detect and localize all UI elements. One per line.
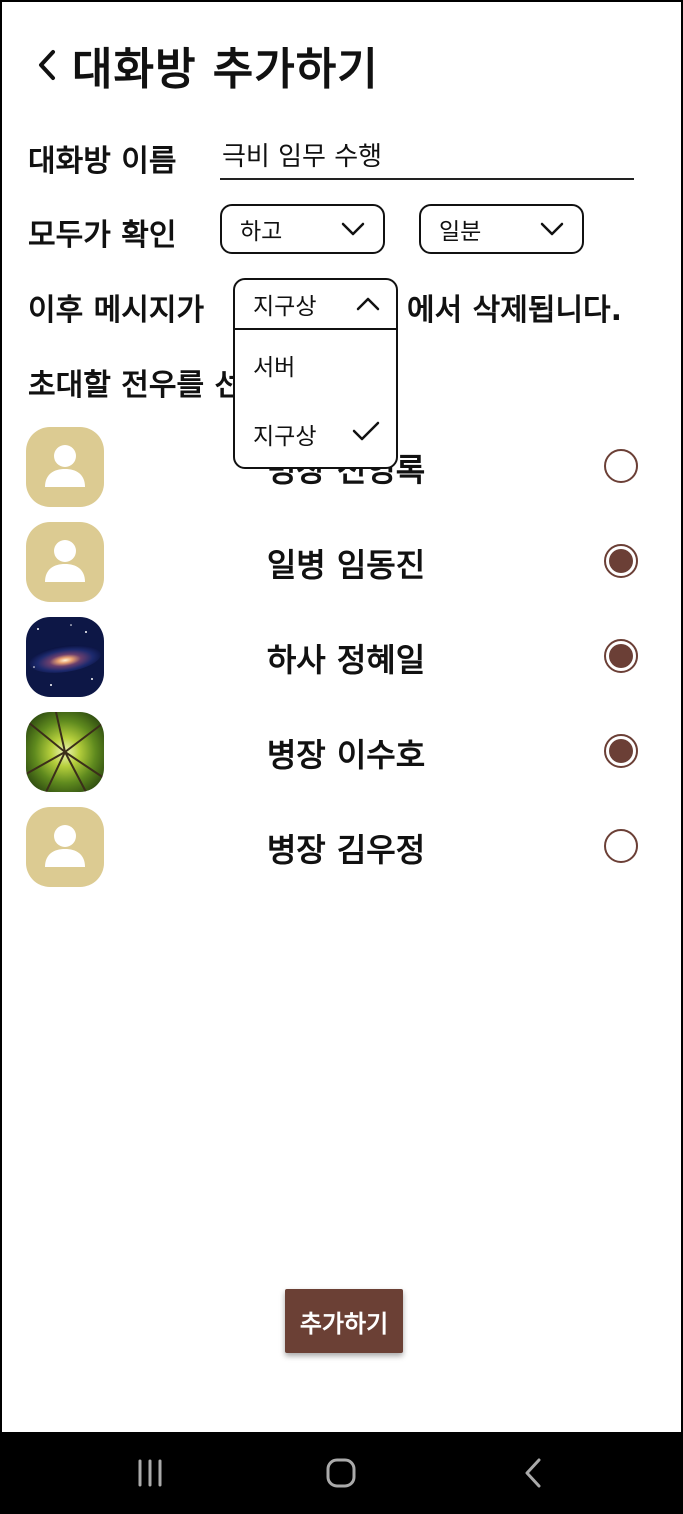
dropdown-option-label: 서버 <box>253 354 296 381</box>
chevron-down-icon <box>540 222 564 236</box>
member-select-radio[interactable] <box>604 544 638 578</box>
radio-dot <box>609 644 633 668</box>
forest-photo <box>26 712 104 792</box>
member-select-radio[interactable] <box>604 734 638 768</box>
system-navbar <box>0 1432 683 1514</box>
confirm-label: 모두가 확인 <box>28 218 177 253</box>
chevron-up-icon <box>356 291 380 317</box>
member-name: 일병 임동진 <box>266 546 426 584</box>
default-person-icon <box>26 427 104 507</box>
app-screen: 대화방 추가하기 대화방 이름 모두가 확인 하고 일분 이후 메시지가 에서 … <box>0 0 683 1432</box>
add-room-button[interactable]: 추가하기 <box>285 1289 403 1353</box>
galaxy-photo <box>26 617 104 697</box>
dropdown-selected-value: 지구상 <box>253 294 317 320</box>
default-person-icon <box>26 522 104 602</box>
back-icon[interactable] <box>503 1452 563 1494</box>
member-row[interactable]: 일병 임동진 <box>26 522 646 602</box>
delete-prefix-text: 이후 메시지가 <box>28 293 205 328</box>
check-icon <box>352 420 380 448</box>
member-select-radio[interactable] <box>604 829 638 863</box>
recent-apps-icon[interactable] <box>120 1452 180 1494</box>
member-name: 하사 정혜일 <box>266 641 426 679</box>
header: 대화방 추가하기 <box>32 32 379 98</box>
member-name: 병장 이수호 <box>266 736 426 774</box>
confirm-action-select[interactable]: 하고 <box>220 204 385 254</box>
room-name-input[interactable] <box>220 130 634 180</box>
member-select-radio[interactable] <box>604 449 638 483</box>
radio-dot <box>609 549 633 573</box>
member-row[interactable]: 하사 정혜일 <box>26 617 646 697</box>
page-title: 대화방 추가하기 <box>72 44 379 95</box>
delete-location-dropdown[interactable]: 지구상 서버 지구상 <box>233 278 398 469</box>
dropdown-option-label: 지구상 <box>253 423 317 450</box>
time-unit-value: 일분 <box>439 219 482 245</box>
default-person-icon <box>26 807 104 887</box>
dropdown-selected[interactable]: 지구상 <box>235 280 396 330</box>
home-icon[interactable] <box>311 1452 371 1494</box>
member-name: 병장 김우정 <box>266 831 426 869</box>
room-name-label: 대화방 이름 <box>28 144 177 179</box>
time-unit-select[interactable]: 일분 <box>419 204 584 254</box>
radio-dot <box>609 739 633 763</box>
chevron-down-icon <box>341 222 365 236</box>
confirm-action-value: 하고 <box>240 219 283 245</box>
member-select-radio[interactable] <box>604 639 638 673</box>
delete-suffix-text: 에서 삭제됩니다. <box>407 293 623 328</box>
dropdown-option-server[interactable]: 서버 <box>235 330 396 399</box>
member-row[interactable]: 병장 이수호 <box>26 712 646 792</box>
chevron-left-icon[interactable] <box>32 45 62 85</box>
dropdown-option-earth[interactable]: 지구상 <box>235 399 396 467</box>
member-row[interactable]: 병장 김우정 <box>26 807 646 887</box>
